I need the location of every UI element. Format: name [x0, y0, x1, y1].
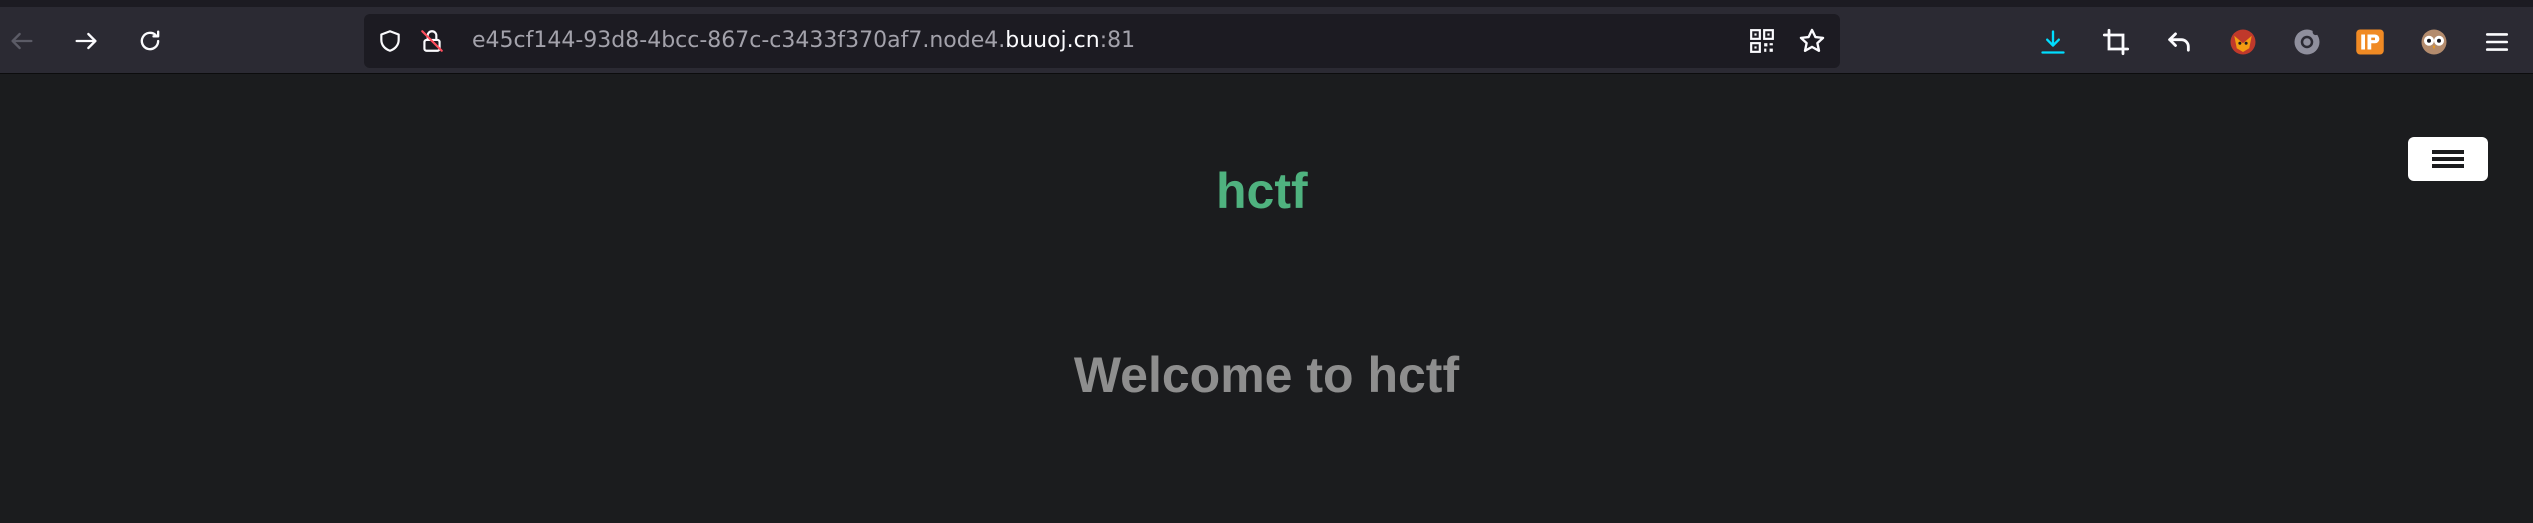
nav-toggle-button[interactable]	[2408, 137, 2488, 181]
crop-icon	[2102, 28, 2130, 56]
extension-fox-button[interactable]	[2226, 25, 2260, 59]
url-suffix: :81	[1099, 28, 1136, 53]
ip-extension-icon	[2356, 29, 2384, 55]
owl-extension-icon	[2421, 29, 2447, 55]
app-menu-button[interactable]	[2480, 25, 2514, 59]
downloads-button[interactable]	[2036, 25, 2070, 59]
screenshot-button[interactable]	[2099, 25, 2133, 59]
extension-gear-button[interactable]	[2290, 25, 2324, 59]
extension-owl-button[interactable]	[2417, 25, 2451, 59]
undo-icon	[2168, 32, 2190, 52]
extension-ip-button[interactable]	[2353, 25, 2387, 59]
insecure-lock-icon	[421, 30, 443, 52]
site-brand[interactable]: hctf	[1216, 162, 1308, 220]
gear-extension-icon	[2294, 28, 2320, 55]
shield-icon	[380, 30, 400, 52]
back-button[interactable]	[2, 21, 42, 61]
star-icon	[1799, 28, 1825, 52]
url-bar[interactable]: e45cf144-93d8-4bcc-867c-c3433f370af7.nod…	[364, 14, 1840, 68]
forward-button[interactable]	[66, 21, 106, 61]
download-icon	[2041, 30, 2065, 54]
url-host: buuoj.cn	[1005, 28, 1100, 53]
page-heading: Welcome to hctf	[1073, 347, 1460, 403]
fox-extension-icon	[2230, 29, 2256, 55]
qr-code-button[interactable]	[1748, 27, 1776, 55]
hamburger-menu-icon	[2432, 150, 2464, 168]
bookmark-button[interactable]	[1798, 27, 1826, 55]
page-content: hctf Welcome to hctf	[0, 74, 2533, 523]
qr-code-icon	[1750, 29, 1774, 53]
url-prefix: e45cf144-93d8-4bcc-867c-c3433f370af7.nod…	[472, 28, 1006, 53]
browser-toolbar: e45cf144-93d8-4bcc-867c-c3433f370af7.nod…	[0, 0, 2533, 74]
tracking-protection-button[interactable]	[376, 27, 404, 55]
reload-icon	[140, 30, 160, 51]
site-info-button[interactable]	[418, 27, 446, 55]
url-text[interactable]: e45cf144-93d8-4bcc-867c-c3433f370af7.nod…	[472, 14, 1135, 68]
undo-button[interactable]	[2162, 25, 2196, 59]
back-arrow-icon	[11, 32, 33, 50]
reload-button[interactable]	[130, 21, 170, 61]
forward-arrow-icon	[75, 32, 97, 50]
app-menu-icon	[2485, 33, 2509, 51]
